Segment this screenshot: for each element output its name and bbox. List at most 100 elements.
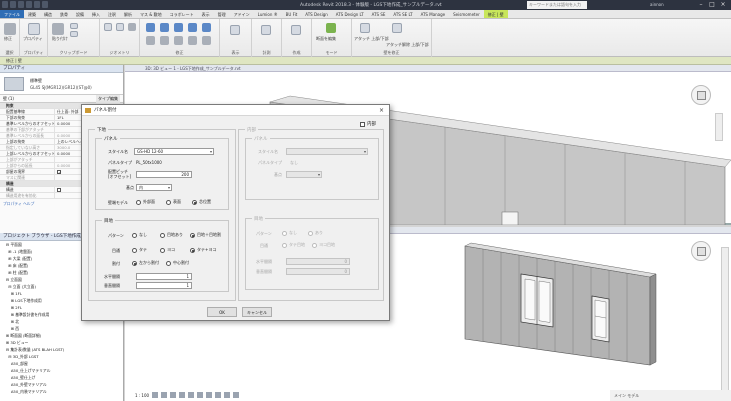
navigation-bar[interactable] [715,113,723,141]
reveal-hidden-icon[interactable] [233,392,240,398]
copy-element-icon[interactable] [202,23,211,32]
tab-21[interactable]: 修正 | 壁 [483,10,508,18]
tab-0[interactable]: ファイル [0,10,24,18]
join-icon[interactable] [128,23,136,31]
radio-option[interactable]: 目地あり [160,232,183,238]
browser-item[interactable]: ⊟ 集計表/数量 (ATS BLAH LGST) [6,346,123,353]
show-crop-icon[interactable] [206,392,213,398]
undo-icon[interactable] [26,1,32,8]
radio-option[interactable]: あり [308,230,323,236]
radio-option[interactable]: 左から割付 [132,260,159,266]
detail-level-icon[interactable] [152,392,159,398]
radio-option[interactable]: 中心割付 [166,260,189,266]
browser-item[interactable]: A50_部屋 [6,360,123,367]
tab-5[interactable]: 挿入 [88,10,104,18]
property-checkbox[interactable]: ✓ [57,170,61,174]
tab-10[interactable]: 表示 [198,10,214,18]
radio-button[interactable] [132,232,137,238]
radio-button[interactable] [312,242,317,248]
browser-item[interactable]: ⊟ 3D_外部 LGST [6,353,123,360]
crop-view-icon[interactable] [197,392,204,398]
detach-top-base-icon[interactable] [392,23,402,33]
tab-2[interactable]: 構造 [40,10,56,18]
cut-geometry-icon[interactable] [116,23,124,31]
browser-item[interactable]: ⊞ 西 [6,325,123,332]
tab-18[interactable]: ATS SE LT [389,10,416,18]
save-icon[interactable] [18,1,24,8]
properties-icon[interactable] [28,23,40,35]
active-workset[interactable]: メイン モデル [614,393,639,398]
tab-13[interactable]: Lumion ® [254,10,282,18]
tab-7[interactable]: 解析 [120,10,136,18]
paste-icon[interactable] [52,23,64,35]
interior-checkbox[interactable]: 内部 [360,121,376,127]
radio-option[interactable]: ヨコ目地 [312,242,335,248]
tab-8[interactable]: マス & 敷地 [136,10,166,18]
create-group-icon[interactable] [291,25,301,35]
radio-button[interactable] [132,260,137,266]
tab-19[interactable]: ATS Manage [417,10,450,18]
radio-option[interactable]: タテ+ヨコ [190,247,216,253]
mirror-icon[interactable] [174,23,183,32]
radio-button[interactable] [166,199,171,205]
measure-icon[interactable] [261,25,271,35]
radio-button[interactable] [308,230,313,236]
scale-icon[interactable] [188,36,197,45]
minimize-icon[interactable]: – [696,1,706,9]
tab-15[interactable]: ATS Design [301,10,332,18]
tab-1[interactable]: 建築 [24,10,40,18]
viewcube-icon[interactable] [691,85,711,105]
tab-17[interactable]: ATS SE [368,10,390,18]
tab-4[interactable]: 設備 [72,10,88,18]
interior-kind-select[interactable]: ▾ [286,171,322,178]
radio-button[interactable] [132,247,137,253]
lock-view-icon[interactable] [215,392,222,398]
radio-option[interactable]: 芯位置 [192,199,211,205]
ok-button[interactable]: OK [207,307,237,317]
v-spacing-input[interactable]: 1 [136,282,192,289]
close-window-icon[interactable]: × [718,1,728,9]
radio-option[interactable]: タテ [132,247,147,253]
view-scale[interactable]: 1 : 100 [135,393,149,398]
shadows-icon[interactable] [179,392,186,398]
radio-button[interactable] [282,242,287,248]
tab-9[interactable]: コラボレート [166,10,198,18]
delete-icon[interactable] [202,36,211,45]
attach-top-base-icon[interactable] [360,23,370,33]
edit-profile-icon[interactable] [326,23,336,33]
render-icon[interactable] [188,392,195,398]
radio-button[interactable] [160,247,165,253]
radio-button[interactable] [190,247,195,253]
radio-button[interactable] [166,260,171,266]
interior-v-input[interactable]: 0 [286,268,350,275]
tab-3[interactable]: 鉄骨 [56,10,72,18]
offset-icon[interactable] [160,23,169,32]
cope-icon[interactable] [104,23,112,31]
modify-icon[interactable] [4,23,16,35]
move-icon[interactable] [188,23,197,32]
radio-option[interactable]: なし [282,230,297,236]
sun-path-icon[interactable] [170,392,177,398]
kind-select[interactable]: 内 ▾ [136,184,172,191]
radio-button[interactable] [282,230,287,236]
array-icon[interactable] [174,36,183,45]
radio-button[interactable] [190,232,195,238]
search-input[interactable]: キーワードまたは語句を入力 [527,1,587,9]
cut-icon[interactable] [70,23,78,29]
cancel-button[interactable]: キャンセル [242,307,272,317]
checkbox-box[interactable] [360,121,365,127]
browser-item[interactable]: ⊞ 3D ビュー [6,339,123,346]
radio-option[interactable]: 外部面 [136,199,155,205]
browser-item[interactable]: A50_内装マテリアル [6,388,123,395]
tab-11[interactable]: 管理 [214,10,230,18]
radio-option[interactable]: なし [132,232,147,238]
radio-option[interactable]: 目地＋目地割 [190,232,221,238]
browser-item[interactable]: A50_壁仕上げ [6,374,123,381]
app-menu-icon[interactable] [2,1,8,8]
radio-button[interactable] [192,199,197,205]
browser-item[interactable]: ⊞ 断面図 (断面詳細) [6,332,123,339]
print-icon[interactable] [42,1,48,8]
tab-20[interactable]: Seismometer [449,10,484,18]
radio-option[interactable]: ヨコ [160,247,175,253]
view-scrollbar[interactable] [721,247,729,397]
